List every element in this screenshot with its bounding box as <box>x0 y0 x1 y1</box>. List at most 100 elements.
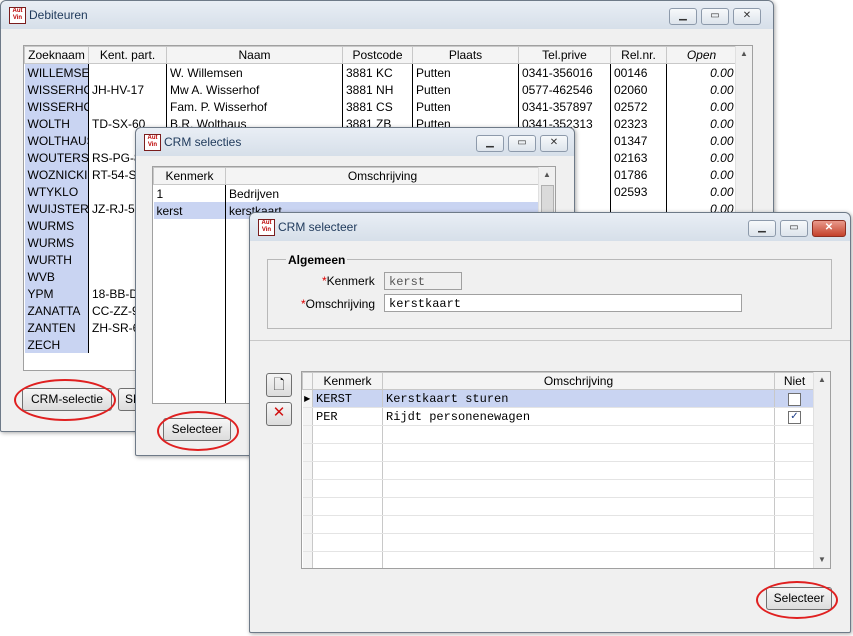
omschrijving-cell: Rijdt personenewagen <box>382 407 775 426</box>
maximize-button[interactable]: ▭ <box>508 135 536 152</box>
row-indicator-header <box>302 372 313 390</box>
table-cell: 3881 KC <box>342 63 413 81</box>
minimize-button[interactable]: ▁ <box>476 135 504 152</box>
close-button[interactable]: ✕ <box>733 8 761 25</box>
row-indicator[interactable] <box>302 551 313 568</box>
table-cell: Putten <box>412 98 519 115</box>
table-row[interactable]: WILLEMSE W. Willemsen 3881 KC Putten 0341-35… <box>24 63 737 81</box>
empty-row[interactable] <box>302 497 815 516</box>
row-indicator[interactable] <box>302 443 313 462</box>
omschrijving-cell <box>382 533 775 552</box>
empty-row[interactable] <box>302 479 815 498</box>
kenmerk-cell: KERST <box>312 389 383 408</box>
maximize-button[interactable]: ▭ <box>701 8 729 25</box>
table-row[interactable]: ▶ KERST Kerstkaart sturen <box>302 389 815 408</box>
new-record-button[interactable]: 🗋 <box>266 373 292 397</box>
niet-cell <box>774 425 815 444</box>
row-indicator[interactable] <box>302 515 313 534</box>
niet-cell <box>774 443 815 462</box>
empty-row[interactable] <box>302 425 815 444</box>
niet-cell <box>774 479 815 498</box>
table-cell: 01786 <box>610 166 667 183</box>
table-cell: WURMS <box>24 217 89 234</box>
table-cell: 0577-462546 <box>518 81 611 98</box>
table-cell: YPM <box>24 285 89 302</box>
kenmerk-cell <box>312 551 383 568</box>
debiteuren-titlebar[interactable]: Aut Vin Debiteuren ▁ ▭ ✕ <box>1 1 773 29</box>
column-header[interactable]: Tel.prive <box>518 46 611 64</box>
highlight-ring-crm <box>14 379 116 421</box>
column-header[interactable]: Open <box>666 46 737 64</box>
crm-selecteer-titlebar[interactable]: Aut Vin CRM selecteer ▁ ▭ ✕ <box>250 213 850 241</box>
minimize-button[interactable]: ▁ <box>669 8 697 25</box>
table-row[interactable]: PER Rijdt personenewagen ✓ <box>302 407 815 426</box>
kenmerk-field[interactable]: kerst <box>384 272 462 290</box>
row-indicator[interactable] <box>302 479 313 498</box>
kenmerk-cell: PER <box>312 407 383 426</box>
empty-row[interactable] <box>302 533 815 552</box>
kenmerken-scrollbar[interactable]: ▲ ▼ <box>813 372 830 568</box>
table-cell: Putten <box>412 63 519 81</box>
column-header[interactable]: Kent. part. <box>88 46 167 64</box>
table-cell: 3881 CS <box>342 98 413 115</box>
table-cell: WURTH <box>24 251 89 268</box>
column-header[interactable]: Rel.nr. <box>610 46 667 64</box>
scroll-up-icon[interactable]: ▲ <box>539 167 555 183</box>
scroll-down-icon[interactable]: ▼ <box>814 552 830 568</box>
close-button[interactable]: ✕ <box>812 220 846 237</box>
scroll-up-icon[interactable]: ▲ <box>814 372 830 388</box>
omschrijving-cell <box>382 515 775 534</box>
column-header[interactable]: Postcode <box>342 46 413 64</box>
empty-row[interactable] <box>302 515 815 534</box>
row-indicator[interactable]: ▶ <box>302 389 313 408</box>
table-cell: WURMS <box>24 234 89 251</box>
window-title: Debiteuren <box>29 8 88 22</box>
table-cell: Mw A. Wisserhof <box>166 81 343 98</box>
table-cell: ZECH <box>24 336 89 353</box>
row-indicator[interactable] <box>302 533 313 552</box>
omschrijving-cell <box>382 479 775 498</box>
column-header-niet[interactable]: Niet <box>774 372 815 390</box>
row-indicator[interactable] <box>302 461 313 480</box>
table-cell: WISSERHO <box>24 81 89 98</box>
row-indicator[interactable] <box>302 425 313 444</box>
close-button[interactable]: ✕ <box>540 135 568 152</box>
table-cell: WOZNICKI <box>24 166 89 183</box>
empty-row[interactable] <box>302 443 815 462</box>
niet-cell <box>774 497 815 516</box>
column-header[interactable]: Naam <box>166 46 343 64</box>
omschrijving-cell: Kerstkaart sturen <box>382 389 775 408</box>
omschrijving-field[interactable]: kerstkaart <box>384 294 742 312</box>
table-cell: WOLTH <box>24 115 89 132</box>
column-header-kenmerk[interactable]: Kenmerk <box>312 372 383 390</box>
column-header[interactable]: Plaats <box>412 46 519 64</box>
niet-cell <box>774 551 815 568</box>
table-cell: WOUTERS <box>24 149 89 166</box>
delete-record-button[interactable]: ✕ <box>266 402 292 426</box>
maximize-button[interactable]: ▭ <box>780 220 808 237</box>
niet-checkbox[interactable] <box>788 392 801 406</box>
minimize-button[interactable]: ▁ <box>748 220 776 237</box>
table-cell: 0341-357897 <box>518 98 611 115</box>
table-row[interactable]: WISSERHO JH-HV-17 Mw A. Wisserhof 3881 NH Pu… <box>24 81 737 98</box>
table-cell: WUIJSTER <box>24 200 89 217</box>
niet-checkbox[interactable]: ✓ <box>788 410 801 424</box>
column-header-omschrijving[interactable]: Omschrijving <box>382 372 775 390</box>
table-cell: Fam. P. Wisserhof <box>166 98 343 115</box>
empty-row[interactable] <box>302 551 815 568</box>
column-header-omschrijving[interactable]: Omschrijving <box>225 167 540 185</box>
empty-row[interactable] <box>302 461 815 480</box>
table-row[interactable]: 1 Bedrijven <box>153 184 540 202</box>
table-cell: WILLEMSE <box>24 63 89 81</box>
window-title: CRM selecties <box>164 135 242 149</box>
kenmerk-cell <box>312 479 383 498</box>
crm-selecties-titlebar[interactable]: Aut Vin CRM selecties ▁ ▭ ✕ <box>136 128 574 156</box>
row-indicator[interactable] <box>302 407 313 426</box>
table-row[interactable]: WISSERHO Fam. P. Wisserhof 3881 CS Putten 03… <box>24 98 737 115</box>
scroll-up-icon[interactable]: ▲ <box>736 46 752 62</box>
table-cell: 02593 <box>610 183 667 200</box>
omschrijving-label: *Omschrijving <box>301 297 376 311</box>
row-indicator[interactable] <box>302 497 313 516</box>
column-header[interactable]: Zoeknaam <box>24 46 89 64</box>
column-header-kenmerk[interactable]: Kenmerk <box>153 167 226 185</box>
